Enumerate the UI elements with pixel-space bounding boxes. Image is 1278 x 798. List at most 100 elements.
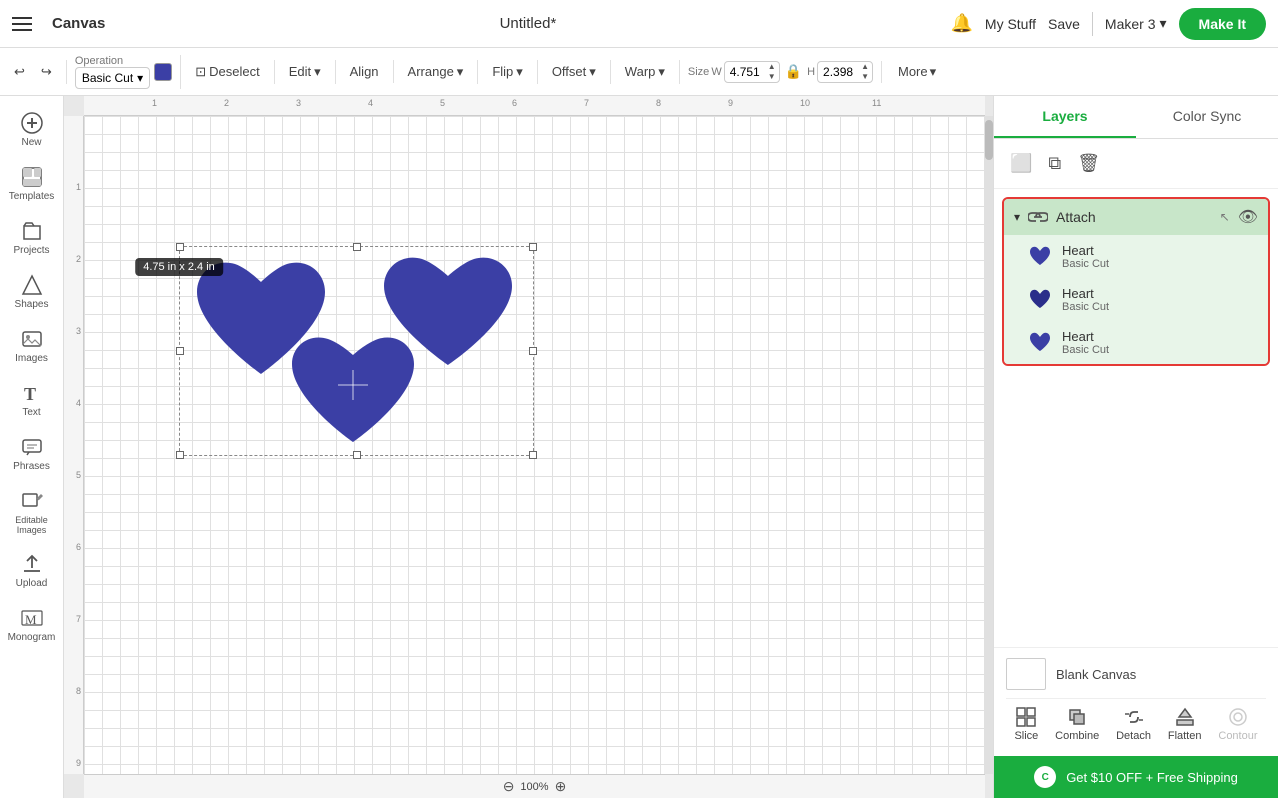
size-h-input[interactable]: 2.398 ▲ ▼	[817, 61, 873, 83]
lock-icon[interactable]: 🔒	[782, 63, 805, 80]
chevron-down-icon: ▾	[314, 64, 321, 80]
size-w-up-arrow[interactable]: ▲	[765, 62, 779, 72]
canvas-grid[interactable]: 4.75 in x 2.4 in	[84, 116, 985, 774]
size-w-down-arrow[interactable]: ▼	[765, 72, 779, 82]
flatten-button[interactable]: Flatten	[1168, 707, 1202, 742]
chevron-down-icon: ▾	[1160, 15, 1167, 32]
make-it-button[interactable]: Make It	[1179, 8, 1266, 40]
size-h-down-arrow[interactable]: ▼	[858, 72, 872, 82]
undo-redo-group: ↩ ↪	[8, 60, 67, 84]
sidebar-item-projects[interactable]: Projects	[4, 212, 60, 264]
sidebar-item-templates[interactable]: Templates	[4, 158, 60, 210]
handle-br[interactable]	[529, 451, 537, 459]
sidebar-item-new[interactable]: New	[4, 104, 60, 156]
handle-ml[interactable]	[176, 347, 184, 355]
attach-group-header[interactable]: ▾ Attach ↖ 👁	[1004, 199, 1268, 235]
attach-link-icon	[1028, 209, 1048, 225]
size-w-arrows[interactable]: ▲ ▼	[765, 62, 779, 82]
size-h-up-arrow[interactable]: ▲	[858, 62, 872, 72]
undo-button[interactable]: ↩	[8, 60, 31, 84]
panel-delete-button[interactable]: 🗑	[1073, 149, 1104, 178]
machine-selector[interactable]: Maker 3 ▾	[1105, 15, 1167, 32]
tab-color-sync[interactable]: Color Sync	[1136, 96, 1278, 138]
ruler-h-mark: 8	[656, 98, 661, 108]
promo-banner[interactable]: C Get $10 OFF + Free Shipping	[994, 756, 1278, 798]
contour-button[interactable]: Contour	[1218, 707, 1257, 742]
chevron-down-icon: ▾	[589, 64, 596, 80]
zoom-out-icon[interactable]: ⊖	[503, 778, 515, 795]
sidebar-item-new-label: New	[21, 137, 41, 148]
warp-button[interactable]: Warp ▾	[619, 60, 671, 84]
edit-button[interactable]: Edit ▾	[283, 60, 327, 84]
size-w-value: 4.751	[725, 63, 765, 81]
size-h-arrows[interactable]: ▲ ▼	[858, 62, 872, 82]
slice-button[interactable]: Slice	[1014, 707, 1038, 742]
promo-logo: C	[1034, 766, 1056, 788]
text-icon: T	[21, 382, 43, 404]
panel-actions: ⬜ ⧉ 🗑	[994, 139, 1278, 189]
canvas-area[interactable]: 1234567891011 123456789	[64, 96, 993, 798]
ruler-h-mark: 4	[368, 98, 373, 108]
panel-select-icon[interactable]: ⬜	[1006, 149, 1036, 178]
handle-mr[interactable]	[529, 347, 537, 355]
layer-item-2[interactable]: Heart Basic Cut	[1004, 278, 1268, 321]
topbar-divider	[1092, 12, 1093, 36]
sidebar-item-shapes[interactable]: Shapes	[4, 266, 60, 318]
operation-select[interactable]: Basic Cut ▾	[75, 67, 150, 89]
color-swatch[interactable]	[154, 63, 172, 81]
operation-value: Basic Cut	[82, 71, 133, 85]
panel-bottom-actions: Slice Combine Detach	[1006, 698, 1266, 746]
ruler-h-mark: 7	[584, 98, 589, 108]
left-sidebar: New Templates Projects Shapes	[0, 96, 64, 798]
handle-tr[interactable]	[529, 243, 537, 251]
flip-button[interactable]: Flip ▾	[486, 60, 528, 84]
edit-label: Edit	[289, 64, 311, 79]
handle-tl[interactable]	[176, 243, 184, 251]
layer-info-2: Heart Basic Cut	[1062, 286, 1109, 313]
detach-button[interactable]: Detach	[1116, 707, 1151, 742]
slice-label: Slice	[1014, 730, 1038, 742]
sidebar-item-upload[interactable]: Upload	[4, 545, 60, 597]
layer-heart-icon-2	[1028, 289, 1052, 311]
deselect-button[interactable]: ⊡ Deselect	[189, 60, 265, 84]
sidebar-item-editable-images[interactable]: Editable Images	[4, 482, 60, 543]
zoom-bar: ⊖ 100% ⊕	[84, 774, 985, 798]
more-button[interactable]: More ▾	[890, 60, 944, 84]
handle-bl[interactable]	[176, 451, 184, 459]
scrollbar-vertical[interactable]	[985, 116, 993, 774]
layer-name-3: Heart	[1062, 329, 1109, 344]
menu-icon[interactable]	[12, 17, 32, 31]
layer-item-3[interactable]: Heart Basic Cut	[1004, 321, 1268, 364]
attach-eye-icon[interactable]: 👁	[1238, 207, 1258, 227]
sidebar-item-images[interactable]: Images	[4, 320, 60, 372]
layer-op-3: Basic Cut	[1062, 344, 1109, 356]
layers-list: ▾ Attach ↖ 👁 Heart	[994, 189, 1278, 647]
size-w-input[interactable]: 4.751 ▲ ▼	[724, 61, 780, 83]
my-stuff-link[interactable]: My Stuff	[985, 16, 1036, 32]
scroll-thumb-v[interactable]	[985, 120, 993, 160]
tab-layers[interactable]: Layers	[994, 96, 1136, 138]
panel-duplicate-button[interactable]: ⧉	[1044, 149, 1065, 178]
ruler-v-mark: 2	[76, 254, 81, 264]
contour-label: Contour	[1218, 730, 1257, 742]
sidebar-item-monogram[interactable]: M Monogram	[4, 599, 60, 651]
topbar-right: 🔔 My Stuff Save Maker 3 ▾ Make It	[950, 8, 1266, 40]
ruler-h-mark: 2	[224, 98, 229, 108]
right-panel: Layers Color Sync ⬜ ⧉ 🗑 ▾ Attach	[993, 96, 1278, 798]
shapes-icon	[21, 274, 43, 296]
zoom-in-icon[interactable]: ⊕	[555, 778, 567, 795]
redo-button[interactable]: ↪	[35, 60, 58, 84]
combine-button[interactable]: Combine	[1055, 707, 1099, 742]
align-button[interactable]: Align	[344, 60, 385, 83]
layer-item-1[interactable]: Heart Basic Cut	[1004, 235, 1268, 278]
sidebar-item-phrases[interactable]: Phrases	[4, 428, 60, 480]
templates-icon	[21, 166, 43, 188]
save-button[interactable]: Save	[1048, 16, 1080, 32]
offset-button[interactable]: Offset ▾	[546, 60, 602, 84]
sidebar-item-text[interactable]: T Text	[4, 374, 60, 426]
arrange-button[interactable]: Arrange ▾	[402, 60, 470, 84]
ruler-top: 1234567891011	[84, 96, 985, 116]
notification-icon[interactable]: 🔔	[950, 13, 972, 34]
handle-tm[interactable]	[353, 243, 361, 251]
heart-shape-3[interactable]	[284, 330, 422, 460]
